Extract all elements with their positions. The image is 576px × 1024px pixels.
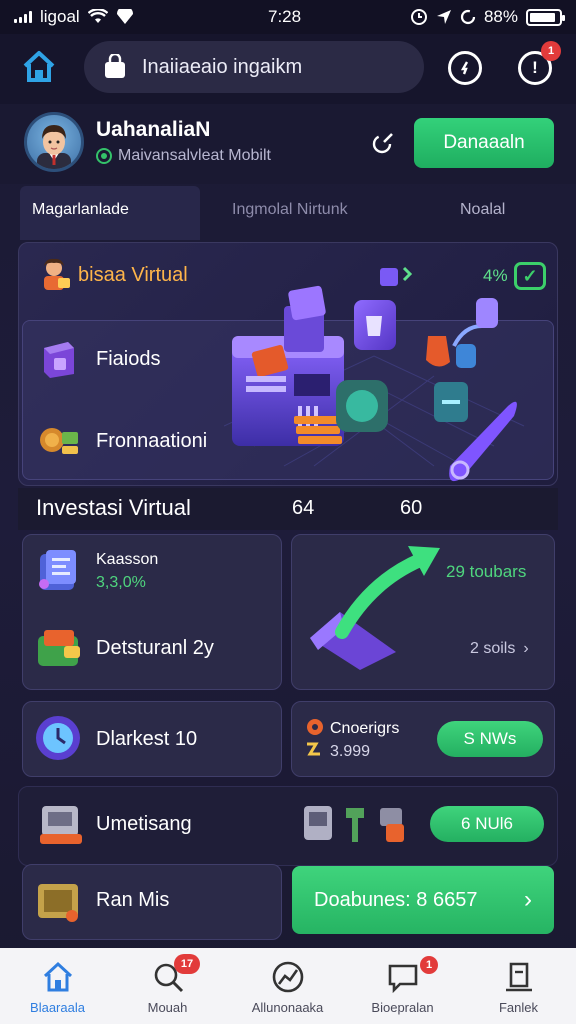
deposit-label: Detsturanl 2y xyxy=(96,637,214,659)
avatar[interactable] xyxy=(24,112,84,172)
nav-analytics-label: Allunonaaka xyxy=(251,1000,324,1015)
shopping-bag-icon xyxy=(105,54,125,78)
location-icon xyxy=(116,9,133,24)
trend-link-text: 2 soils xyxy=(470,640,516,657)
profile-name: UahanaliaN xyxy=(96,118,211,141)
investasi-title: Investasi Virtual xyxy=(36,495,191,520)
alert-icon: ! xyxy=(532,58,538,77)
profile-action-button[interactable]: Danaaaln xyxy=(414,118,554,168)
ranmis-label: Ran Mis xyxy=(96,889,170,911)
umetisang-button[interactable]: 6 NUl6 xyxy=(430,806,544,842)
document-icon xyxy=(34,548,82,599)
sync-icon xyxy=(460,9,476,25)
search-badge: 17 xyxy=(174,954,200,974)
edit-button[interactable] xyxy=(370,130,396,156)
energy-value: 3.999 xyxy=(330,743,371,760)
investasi-stat-a: 64 xyxy=(292,497,315,519)
battery-percent: 88% xyxy=(483,7,518,26)
wifi-icon xyxy=(87,9,108,23)
bonus-label: Dlarkest 10 xyxy=(96,728,198,750)
avatar-portrait-icon xyxy=(37,125,71,169)
timer-icon xyxy=(34,714,82,767)
carrier-label: ligoal xyxy=(40,7,80,26)
gear-icon xyxy=(304,716,326,765)
umetisang-label: Umetisang xyxy=(96,813,192,835)
trend-label: 29 toubars xyxy=(446,562,526,582)
nav-analytics[interactable]: Allunonaaka xyxy=(230,948,345,1024)
status-bar: ligoal 7:28 88% xyxy=(0,0,576,34)
ranmis-button-label: Doabunes: 8 6657 xyxy=(314,888,478,911)
search-input[interactable]: Inaiiaeaio ingaikm xyxy=(142,56,302,79)
cube-icon xyxy=(38,338,80,385)
clock: 7:28 xyxy=(268,7,302,26)
nav-profile-label: Fanlek xyxy=(498,1000,539,1015)
nav-search-label: Mouah xyxy=(147,1000,188,1015)
trend-arrow-icon xyxy=(300,542,450,679)
alarm-icon xyxy=(410,9,427,25)
banner-item-fronnaationi: Fronnaationi xyxy=(96,430,208,452)
safe-box-icon xyxy=(34,876,84,929)
nav-home-label: Blaaraala xyxy=(30,1000,85,1015)
tab-noalal[interactable]: Noalal xyxy=(460,201,505,219)
profile-subtitle-text: Maivansalvleat Mobilt xyxy=(118,147,271,164)
wallet-icon xyxy=(36,628,82,675)
nav-profile[interactable]: Fanlek xyxy=(461,948,576,1024)
nav-home[interactable]: Blaaraala xyxy=(0,948,115,1024)
saving-value: 3,3,0% xyxy=(96,574,146,591)
chevron-right-icon: › xyxy=(523,640,529,657)
navigation-icon xyxy=(436,10,451,24)
home-button[interactable] xyxy=(20,48,58,86)
home-icon xyxy=(23,51,55,82)
signal-icon xyxy=(14,11,32,23)
energy-button[interactable]: S NWs xyxy=(437,721,543,757)
chart-icon xyxy=(272,961,303,993)
nav-messages[interactable]: Bioepralan xyxy=(345,948,460,1024)
trend-label-text: 29 toubars xyxy=(446,562,527,581)
tab-magarlanlade[interactable]: Magarlanlade xyxy=(32,201,129,219)
compass-button[interactable] xyxy=(448,51,482,85)
trend-link[interactable]: 2 soils › xyxy=(470,640,529,658)
profile-icon xyxy=(505,962,532,992)
investasi-stat-b: 60 xyxy=(400,497,423,519)
ranmis-button[interactable]: Doabunes: 8 6657 › xyxy=(292,866,554,934)
edit-icon xyxy=(372,133,393,154)
vault-illustration xyxy=(223,266,534,491)
tools-icon xyxy=(300,800,422,851)
banner-item-fiaiods: Fiaiods xyxy=(96,348,161,370)
saving-label: Kaasson xyxy=(96,551,159,568)
messages-badge: 1 xyxy=(420,956,438,974)
home-icon xyxy=(43,961,72,992)
message-icon xyxy=(388,964,417,994)
person-icon xyxy=(36,258,72,297)
tab-ingmolal[interactable]: Ingmolal Nirtunk xyxy=(232,201,348,219)
nav-search[interactable]: Mouah xyxy=(110,948,225,1024)
nav-messages-label: Bioepralan xyxy=(371,1000,434,1015)
banner-title: bisaa Virtual xyxy=(78,264,188,286)
energy-label: Cnoerigrs xyxy=(330,720,400,737)
profile-subtitle: Maivansalvleat Mobilt xyxy=(96,147,271,165)
chevron-right-icon: › xyxy=(524,886,532,913)
search-bar[interactable]: Inaiiaeaio ingaikm xyxy=(84,41,424,93)
battery-icon xyxy=(526,8,565,26)
online-status-icon xyxy=(96,148,112,164)
coins-icon xyxy=(38,418,82,463)
compass-icon xyxy=(460,61,469,75)
machine-icon xyxy=(36,798,86,853)
notification-badge: 1 xyxy=(541,41,561,61)
